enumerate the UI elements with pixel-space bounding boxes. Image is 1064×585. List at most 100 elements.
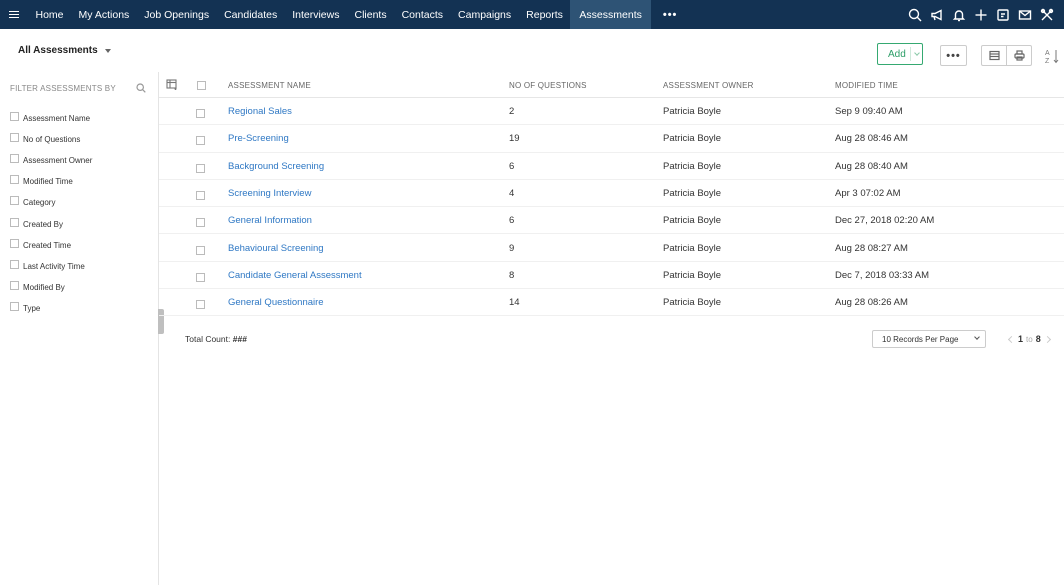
bell-icon[interactable] — [948, 0, 970, 29]
search-icon[interactable] — [904, 0, 926, 29]
filter-heading: FILTER ASSESSMENTS BY — [10, 84, 116, 93]
svg-text:A: A — [1045, 50, 1050, 57]
question-count: 8 — [509, 269, 515, 281]
modified-time: Aug 28 08:46 AM — [835, 133, 908, 145]
filter-item-assessment-name[interactable]: Assessment Name — [10, 108, 92, 129]
row-checkbox[interactable] — [196, 163, 205, 173]
nav-tab-campaigns[interactable]: Campaigns — [451, 0, 519, 29]
column-header-owner[interactable]: ASSESSMENT OWNER — [663, 81, 754, 90]
filter-item-type[interactable]: Type — [10, 298, 92, 319]
view-selector[interactable]: All Assessments — [18, 45, 111, 56]
table-view-icon[interactable] — [982, 46, 1006, 65]
table-row[interactable]: General Questionnaire 14 Patricia Boyle Aug… — [159, 289, 1064, 317]
modified-time: Dec 7, 2018 03:33 AM — [835, 269, 930, 281]
table-row[interactable]: Screening Interview 4 Patricia Boyle Apr 3 … — [159, 180, 1064, 208]
filter-item-no-of-questions[interactable]: No of Questions — [10, 129, 92, 150]
select-all-checkbox[interactable] — [197, 81, 206, 90]
filter-checkbox[interactable] — [10, 175, 19, 185]
filter-item-last-activity-time[interactable]: Last Activity Time — [10, 256, 92, 277]
toolbar: All Assessments Add ••• A Z — [0, 29, 1064, 72]
filter-checkbox[interactable] — [10, 238, 19, 248]
sort-az-icon[interactable]: A Z — [1044, 47, 1060, 65]
row-checkbox[interactable] — [196, 272, 205, 282]
filter-item-modified-time[interactable]: Modified Time — [10, 171, 92, 192]
row-checkbox[interactable] — [196, 109, 205, 118]
column-header-questions[interactable]: NO OF QUESTIONS — [509, 81, 587, 90]
more-options-button[interactable]: ••• — [940, 45, 967, 66]
modified-time: Aug 28 08:40 AM — [835, 160, 908, 172]
row-checkbox[interactable] — [196, 218, 205, 228]
filter-item-category[interactable]: Category — [10, 192, 92, 213]
assessment-name-link[interactable]: Pre-Screening — [228, 133, 289, 144]
filter-sidebar: FILTER ASSESSMENTS BY Assessment Name No … — [0, 72, 159, 585]
megaphone-icon[interactable] — [926, 0, 948, 29]
filter-checkbox[interactable] — [10, 133, 19, 143]
filter-checkbox[interactable] — [10, 217, 19, 227]
assessment-owner: Patricia Boyle — [663, 106, 722, 117]
nav-tab-reports[interactable]: Reports — [519, 0, 571, 29]
filter-checkbox[interactable] — [10, 196, 19, 206]
mail-icon[interactable] — [1014, 0, 1036, 29]
table-header: ASSESSMENT NAME NO OF QUESTIONS ASSESSME… — [159, 72, 1064, 98]
column-header-name[interactable]: ASSESSMENT NAME — [228, 81, 311, 90]
nav-tab-job-openings[interactable]: Job Openings — [137, 0, 217, 29]
nav-more-button[interactable]: ••• — [651, 0, 690, 29]
table-row[interactable]: Regional Sales 2 Patricia Boyle Sep 9 09:40… — [159, 98, 1064, 126]
nav-tab-home[interactable]: Home — [28, 0, 71, 29]
filter-checkbox[interactable] — [10, 301, 19, 311]
table-row[interactable]: Behavioural Screening 9 Patricia Boyle Aug … — [159, 235, 1064, 262]
table-row[interactable]: Candidate General Assessment 8 Patricia Bo… — [159, 262, 1064, 290]
row-checkbox[interactable] — [196, 136, 205, 146]
assessment-name-link[interactable]: Screening Interview — [228, 188, 311, 199]
filter-item-assessment-owner[interactable]: Assessment Owner — [10, 150, 92, 171]
nav-tab-contacts[interactable]: Contacts — [394, 0, 450, 29]
plus-icon[interactable] — [970, 0, 992, 29]
modified-time: Apr 3 07:02 AM — [835, 187, 901, 199]
nav-tab-my-actions[interactable]: My Actions — [71, 0, 137, 29]
nav-tab-interviews[interactable]: Interviews — [285, 0, 347, 29]
filter-checkbox[interactable] — [10, 259, 19, 269]
column-header-modified[interactable]: MODIFIED TIME — [835, 81, 898, 90]
modified-time: Aug 28 08:27 AM — [835, 242, 908, 254]
table-row[interactable]: Background Screening 6 Patricia Boyle Aug 2… — [159, 153, 1064, 180]
row-checkbox[interactable] — [196, 245, 205, 255]
next-page-icon[interactable] — [1044, 333, 1052, 345]
modified-time: Dec 27, 2018 02:20 AM — [835, 215, 935, 227]
table-footer: Total Count: ### 10 Records Per Page 1 t… — [159, 327, 1064, 352]
assessment-name-link[interactable]: Regional Sales — [228, 106, 292, 117]
row-checkbox[interactable] — [196, 300, 205, 310]
assessment-owner: Patricia Boyle — [663, 297, 722, 309]
add-button[interactable]: Add — [877, 43, 923, 65]
assessment-name-link[interactable]: General Questionnaire — [228, 297, 324, 308]
tools-icon[interactable] — [1036, 0, 1058, 29]
records-per-page-select[interactable]: 10 Records Per Page — [872, 330, 986, 348]
nav-tab-candidates[interactable]: Candidates — [217, 0, 285, 29]
filter-label: Assessment Name — [23, 114, 91, 124]
nav-tab-clients[interactable]: Clients — [347, 0, 394, 29]
question-count: 6 — [509, 160, 515, 172]
table-row[interactable]: General Information 6 Patricia Boyle Dec 27… — [159, 207, 1064, 235]
assessment-name-link[interactable]: Candidate General Assessment — [228, 270, 362, 281]
filter-checkbox[interactable] — [10, 280, 19, 290]
filter-item-created-time[interactable]: Created Time — [10, 235, 92, 256]
filter-checkbox[interactable] — [10, 154, 19, 164]
print-icon[interactable] — [1006, 46, 1031, 65]
assessment-name-link[interactable]: Behavioural Screening — [228, 243, 324, 254]
assessment-name-link[interactable]: General Information — [228, 215, 312, 226]
calendar-note-icon[interactable] — [992, 0, 1014, 29]
table-row[interactable]: Pre-Screening 19 Patricia Boyle Aug 28 08:4… — [159, 125, 1064, 153]
filter-item-created-by[interactable]: Created By — [10, 213, 92, 234]
hamburger-menu-icon[interactable] — [0, 0, 28, 29]
chevron-down-icon[interactable] — [910, 47, 922, 61]
previous-page-icon[interactable] — [1007, 333, 1015, 345]
nav-tab-assessments[interactable]: Assessments — [570, 0, 651, 29]
assessment-name-link[interactable]: Background Screening — [228, 161, 324, 172]
question-count: 9 — [509, 242, 515, 254]
search-icon[interactable] — [136, 82, 146, 93]
column-customize-icon[interactable] — [166, 79, 178, 90]
filter-checkbox[interactable] — [10, 112, 19, 122]
filter-item-modified-by[interactable]: Modified By — [10, 277, 92, 298]
row-checkbox[interactable] — [196, 190, 205, 200]
question-count: 6 — [509, 215, 515, 227]
view-label: All Assessments — [18, 45, 98, 56]
